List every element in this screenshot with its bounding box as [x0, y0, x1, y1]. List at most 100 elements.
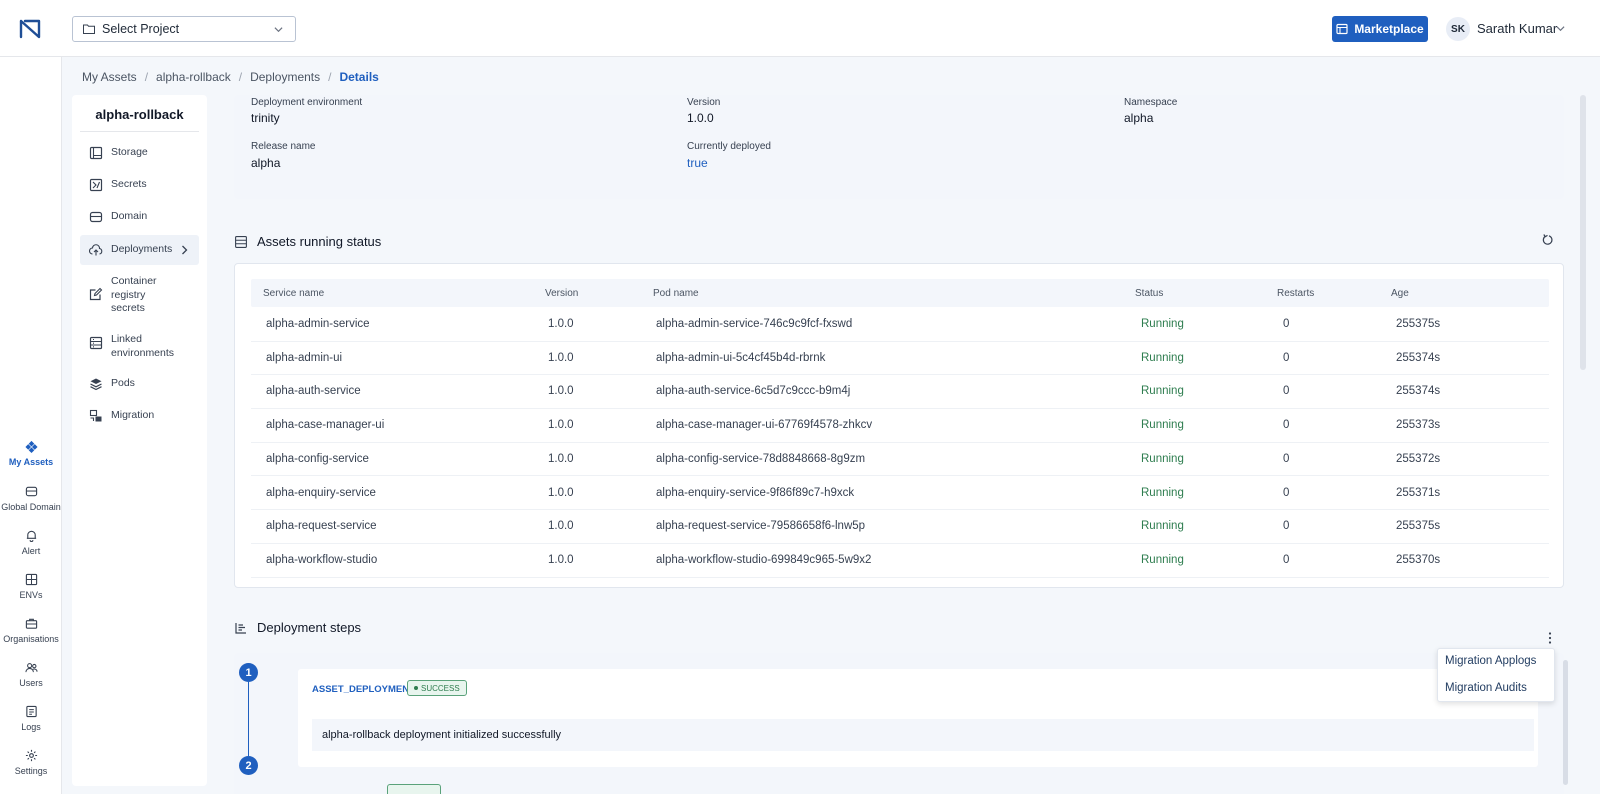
column-header-version[interactable]: Version: [545, 288, 578, 299]
cell-service-name: alpha-auth-service: [266, 385, 361, 398]
steps-icon: [235, 622, 246, 634]
menu-item-migration-applogs[interactable]: Migration Applogs: [1445, 655, 1536, 667]
storage-icon: [89, 146, 103, 160]
step-number: 1: [239, 663, 258, 682]
table-header: Service name Version Pod name Status Res…: [251, 279, 1549, 307]
cell-restarts: 0: [1283, 452, 1290, 465]
store-icon: [1336, 23, 1348, 35]
cell-restarts: 0: [1283, 419, 1290, 432]
cell-age: 255371s: [1396, 486, 1441, 499]
edit-icon: [89, 287, 103, 301]
sidebar-item-storage[interactable]: Storage: [80, 146, 199, 160]
sidebar-item-secrets[interactable]: Secrets: [80, 178, 199, 192]
asset-sidebar: alpha-rollback Storage Secrets Domain De…: [72, 95, 207, 786]
gear-icon: [25, 749, 37, 762]
table-row[interactable]: alpha-request-service 1.0.0 alpha-request-…: [251, 510, 1549, 544]
rail-item-alert[interactable]: Alert: [0, 529, 62, 556]
breadcrumb-separator: /: [238, 70, 243, 84]
breadcrumb-deployments[interactable]: Deployments: [250, 70, 320, 84]
layers-icon: [90, 378, 102, 391]
cell-restarts: 0: [1283, 385, 1290, 398]
marketplace-label: Marketplace: [1354, 22, 1424, 36]
status-dot: [414, 686, 418, 690]
top-bar: Select Project Marketplace SK Sarath Kum…: [0, 0, 1600, 57]
cell-restarts: 0: [1283, 318, 1290, 330]
refresh-icon[interactable]: [1542, 234, 1554, 246]
release-name-value: alpha: [251, 156, 281, 170]
rail-item-users[interactable]: Users: [0, 661, 62, 688]
sidebar-item-pods[interactable]: Pods: [80, 377, 199, 391]
breadcrumb: My Assets / alpha-rollback / Deployments…: [82, 70, 379, 84]
rail-item-settings[interactable]: Settings: [0, 749, 62, 776]
status-badge: SUCCESS: [407, 680, 467, 696]
cell-age: 255373s: [1396, 419, 1441, 432]
breadcrumb-asset[interactable]: alpha-rollback: [156, 70, 231, 84]
cell-version: 1.0.0: [548, 486, 574, 499]
rail-item-logs[interactable]: Logs: [0, 705, 62, 732]
more-vertical-icon[interactable]: [1545, 631, 1555, 645]
column-header-service-name[interactable]: Service name: [263, 288, 324, 299]
column-header-age[interactable]: Age: [1391, 288, 1409, 299]
sidebar-item-linked-environments[interactable]: Linked environments: [80, 333, 199, 360]
domain-icon: [89, 211, 103, 223]
currently-deployed-value: true: [687, 156, 708, 170]
cell-pod-name: alpha-config-service-78d8848668-8g9zm: [656, 452, 866, 465]
user-name[interactable]: Sarath Kumar: [1477, 21, 1557, 36]
cell-version: 1.0.0: [548, 520, 574, 533]
link-env-icon: [89, 336, 103, 350]
chevron-down-icon[interactable]: [1556, 24, 1565, 33]
steps-scrollbar[interactable]: [1563, 660, 1568, 785]
namespace-value: alpha: [1124, 111, 1154, 125]
column-header-restarts[interactable]: Restarts: [1277, 288, 1314, 299]
cell-age: 255375s: [1396, 520, 1441, 533]
deployment-steps-heading: Deployment steps: [235, 620, 361, 635]
sidebar-item-container-registry-secrets[interactable]: Container registry secrets: [80, 275, 199, 316]
cell-pod-name: alpha-auth-service-6c5d7c9ccc-b9m4j: [656, 385, 851, 398]
rail-item-envs[interactable]: ENVs: [0, 573, 62, 600]
grid-icon: [25, 573, 37, 586]
app-logo-icon[interactable]: [18, 17, 42, 41]
namespace-label: Namespace: [1124, 97, 1178, 108]
bell-icon: [26, 530, 36, 542]
column-header-status[interactable]: Status: [1135, 288, 1163, 299]
marketplace-button[interactable]: Marketplace: [1332, 16, 1428, 42]
cell-status: Running: [1141, 385, 1184, 398]
table-row[interactable]: alpha-enquiry-service 1.0.0 alpha-enquiry-…: [251, 477, 1549, 511]
steps-menu: Migration Applogs Migration Audits: [1437, 648, 1555, 702]
table-row[interactable]: alpha-admin-service 1.0.0 alpha-admin-serv…: [251, 308, 1549, 342]
cell-pod-name: alpha-admin-ui-5c4cf45b4d-rbrnk: [656, 351, 826, 364]
menu-item-migration-audits[interactable]: Migration Audits: [1445, 682, 1527, 694]
list-icon: [235, 235, 247, 248]
cell-version: 1.0.0: [548, 452, 574, 465]
left-rail: My Assets Global Domain Alert ENVs Organ…: [0, 57, 62, 794]
project-select[interactable]: Select Project: [72, 16, 296, 42]
divider: [80, 131, 199, 132]
cell-service-name: alpha-request-service: [266, 520, 377, 533]
breadcrumb-separator: /: [144, 70, 149, 84]
sidebar-item-domain[interactable]: Domain: [80, 210, 199, 224]
cell-age: 255375s: [1396, 318, 1441, 330]
chevron-down-icon: [274, 27, 283, 33]
rail-item-organisations[interactable]: Organisations: [0, 617, 62, 644]
table-row[interactable]: alpha-admin-ui 1.0.0 alpha-admin-ui-5c4cf4…: [251, 342, 1549, 376]
rail-item-global-domain[interactable]: Global Domain: [0, 485, 62, 512]
breadcrumb-my-assets[interactable]: My Assets: [82, 70, 137, 84]
cell-version: 1.0.0: [548, 419, 574, 432]
table-row[interactable]: alpha-config-service 1.0.0 alpha-config-se…: [251, 443, 1549, 477]
cell-version: 1.0.0: [548, 553, 574, 566]
sidebar-item-migration[interactable]: Migration: [80, 409, 199, 423]
cell-restarts: 0: [1283, 553, 1290, 566]
avatar[interactable]: SK: [1446, 17, 1470, 41]
rail-item-my-assets[interactable]: My Assets: [0, 440, 62, 467]
table-row[interactable]: alpha-auth-service 1.0.0 alpha-auth-servic…: [251, 375, 1549, 410]
chevron-right-icon: [182, 245, 188, 255]
cell-status: Running: [1141, 419, 1184, 432]
page-scrollbar[interactable]: [1580, 95, 1586, 370]
sidebar-item-deployments[interactable]: Deployments: [80, 235, 199, 265]
cell-service-name: alpha-enquiry-service: [266, 486, 376, 499]
column-header-pod-name[interactable]: Pod name: [653, 288, 699, 299]
cell-pod-name: alpha-request-service-79586658f6-lnw5p: [656, 520, 866, 533]
deployment-details: Deployment environment trinity Version 1…: [234, 95, 1564, 199]
table-row[interactable]: alpha-workflow-studio 1.0.0 alpha-workflow…: [251, 544, 1549, 578]
table-row[interactable]: alpha-case-manager-ui 1.0.0 alpha-case-man…: [251, 409, 1549, 443]
